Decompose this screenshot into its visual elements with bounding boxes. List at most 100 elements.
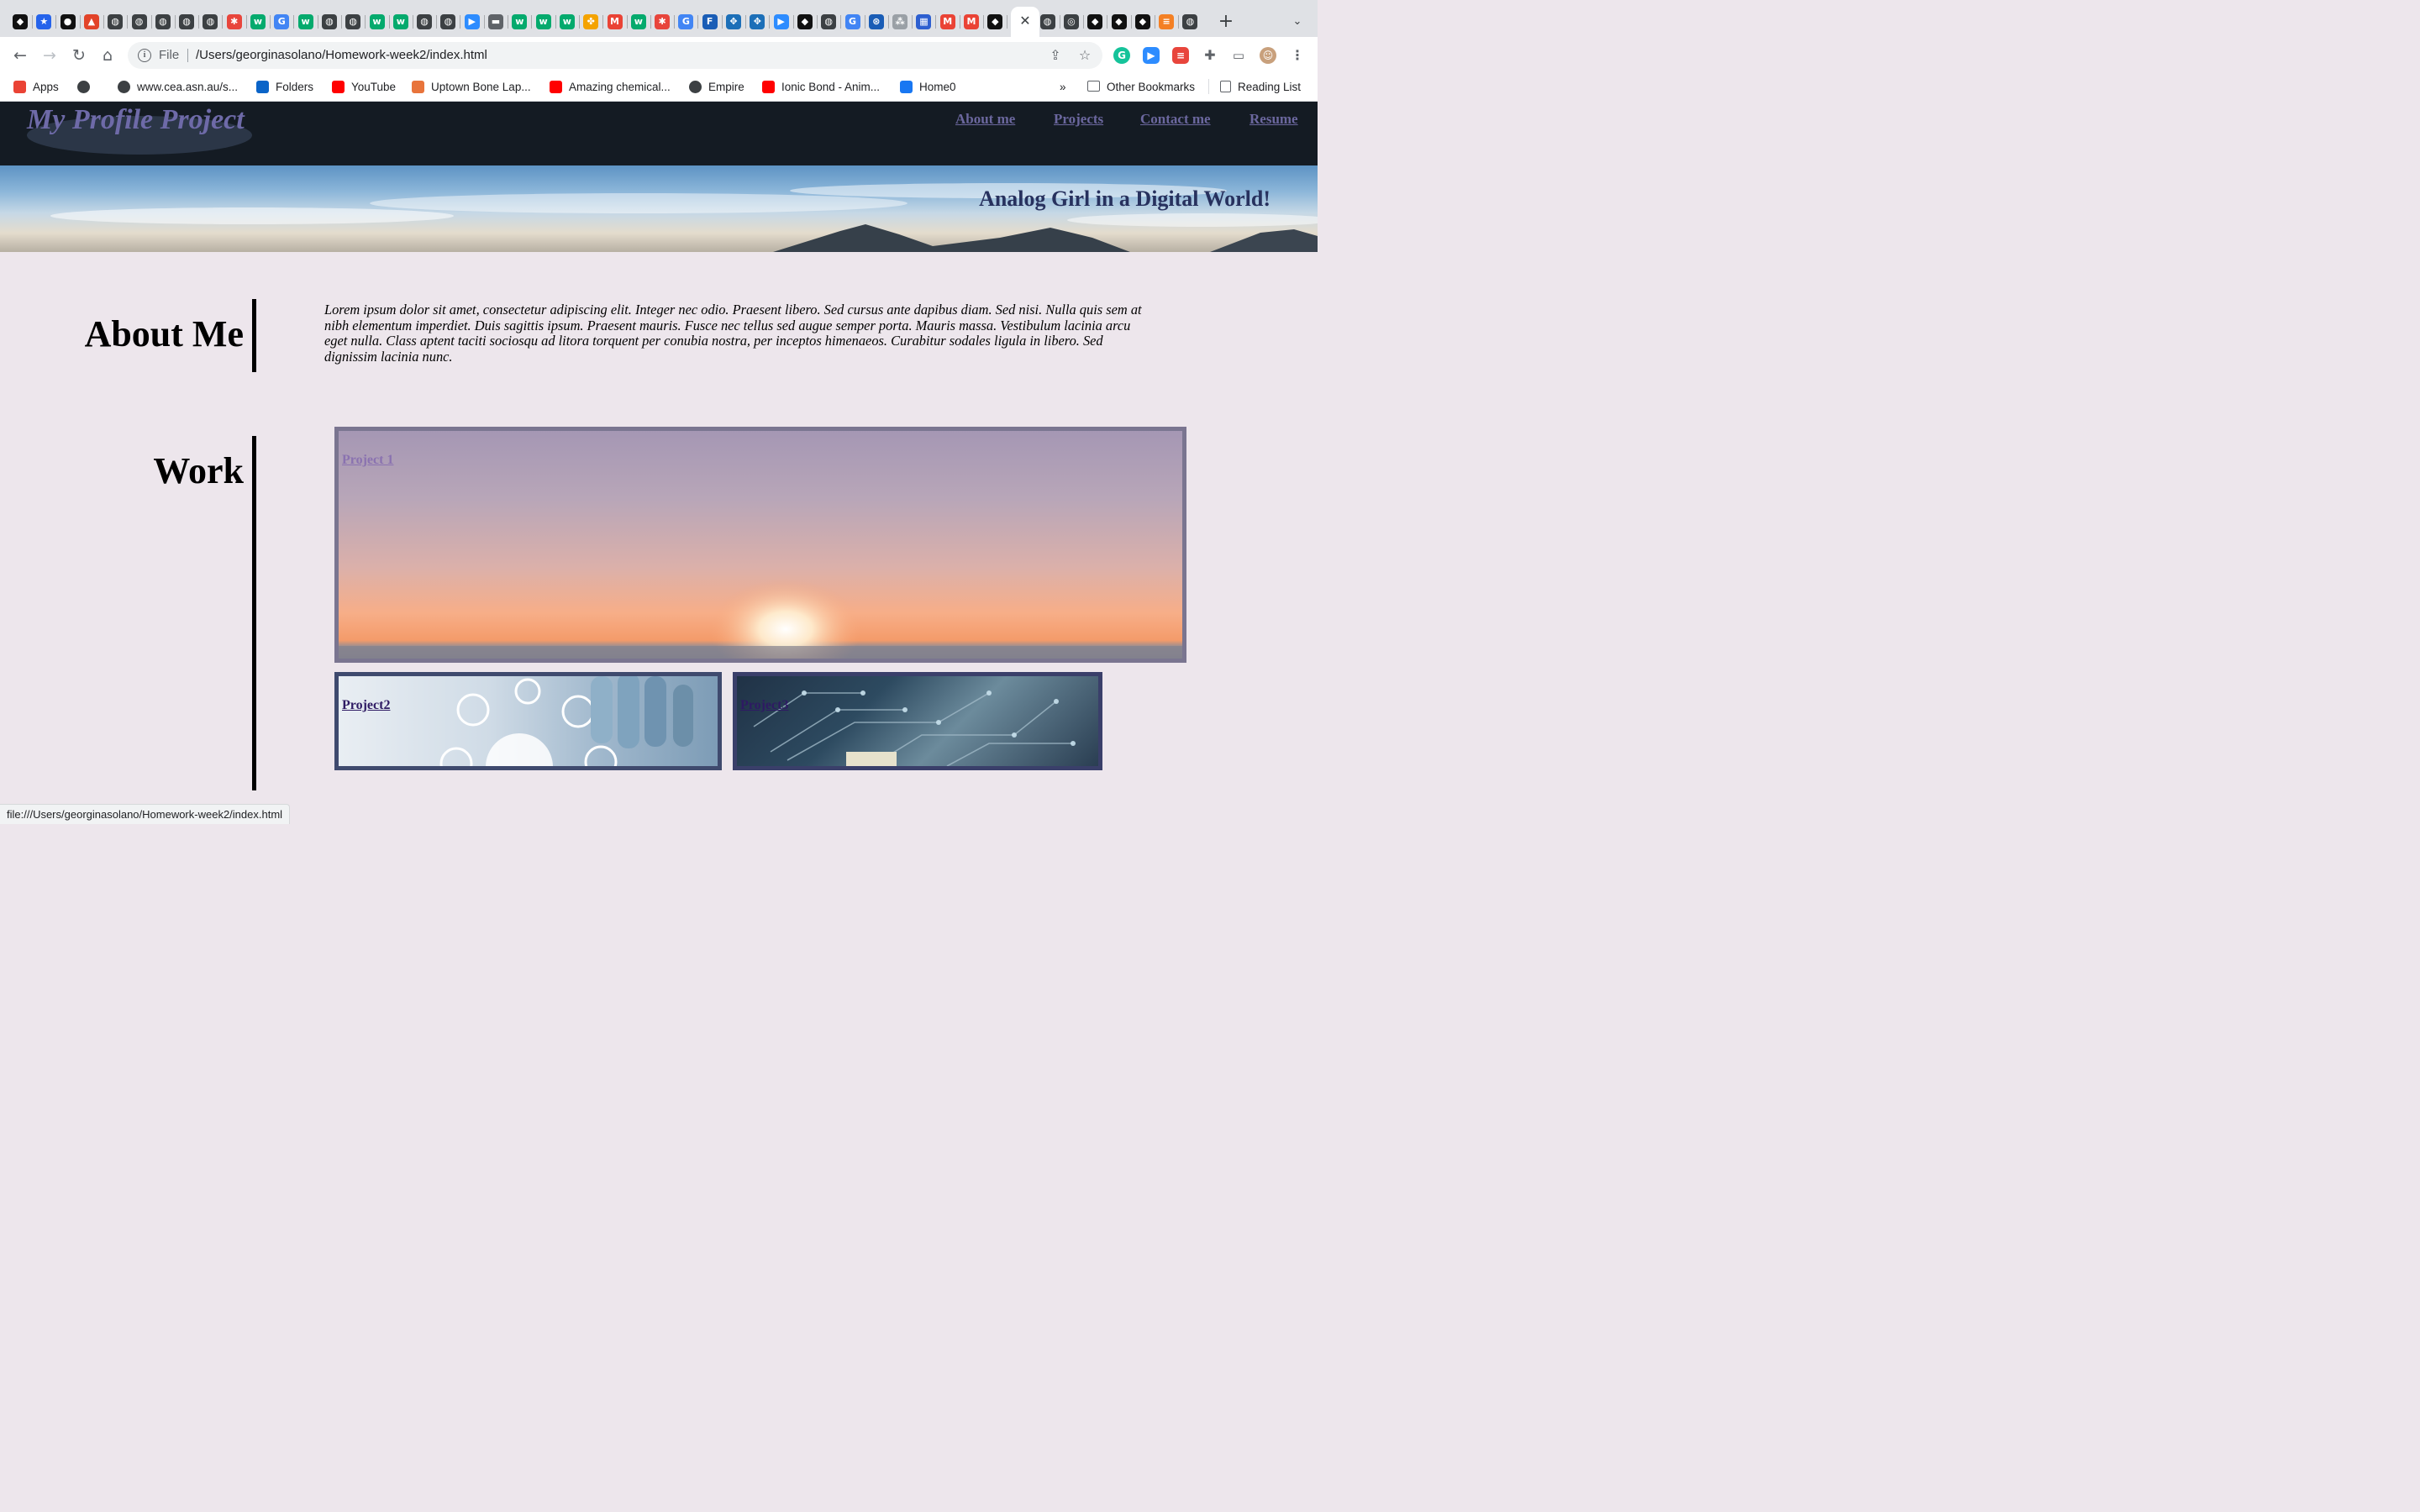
bookmark-item[interactable]: Apps [13, 79, 59, 96]
extensions-puzzle-icon[interactable]: ✚ [1202, 47, 1218, 64]
globe-icon[interactable]: ◍ [345, 14, 361, 29]
github-pages-icon[interactable]: ◆ [1134, 14, 1150, 29]
menu-kebab-icon[interactable]: ⋮ [1289, 47, 1306, 64]
globe-icon[interactable]: ◍ [203, 14, 218, 29]
globe-icon[interactable]: ◍ [108, 14, 124, 29]
tab-separator [436, 15, 438, 29]
youtube-icon [332, 81, 345, 93]
globe-icon[interactable]: ◍ [155, 14, 171, 29]
zoom-icon[interactable]: ▶ [464, 14, 480, 29]
network-icon[interactable]: ⁂ [892, 14, 908, 29]
stack-overflow-icon[interactable]: ≡ [1159, 14, 1175, 29]
status-bar-url: file:///Users/georginasolano/Homework-we… [0, 804, 291, 824]
fx-icon[interactable]: F [702, 14, 718, 29]
new-tab-button[interactable]: + [1217, 12, 1235, 32]
site-header: My Profile Project About me Projects Con… [0, 102, 1318, 165]
pinwheel-icon[interactable]: ✤ [583, 14, 599, 29]
github-pages-icon[interactable]: ◆ [1087, 14, 1103, 29]
share-icon[interactable]: ⇪ [1047, 47, 1064, 64]
nav-resume[interactable]: Resume [1249, 111, 1298, 128]
bookmark-item[interactable]: Amazing chemical... [550, 79, 671, 96]
bookmark-item[interactable]: Home0 [900, 79, 956, 96]
chrome-icon[interactable]: ◎ [1063, 14, 1079, 29]
gitlab-icon[interactable]: ▲ [83, 14, 99, 29]
asterisk-icon[interactable]: ✱ [655, 14, 671, 29]
nav-about-me[interactable]: About me [955, 111, 1015, 128]
tab-separator [840, 15, 842, 29]
gmail-icon[interactable]: M [939, 14, 955, 29]
tab-separator [388, 15, 390, 29]
about-text: Lorem ipsum dolor sit amet, consectetur … [324, 302, 1142, 365]
globe-icon[interactable]: ◍ [1039, 14, 1055, 29]
project-card[interactable]: Project 1 [334, 427, 1186, 663]
w3schools-icon[interactable]: w [250, 14, 266, 29]
globe-icon[interactable]: ◍ [821, 14, 837, 29]
github-pages-icon[interactable]: ◆ [987, 14, 1003, 29]
lastpass-icon[interactable]: ≡ [1172, 47, 1189, 64]
calendar-icon[interactable]: ▦ [916, 14, 932, 29]
w3schools-icon[interactable]: w [535, 14, 551, 29]
nav-projects[interactable]: Projects [1054, 111, 1103, 128]
site-logo[interactable]: My Profile Project [27, 102, 245, 139]
star-icon[interactable]: ★ [36, 14, 52, 29]
chevron-down-icon[interactable]: ⌄ [1289, 13, 1306, 30]
cast-icon[interactable]: ▭ [1230, 47, 1247, 64]
bookmark-item[interactable]: Uptown Bone Lap... [412, 79, 531, 96]
trinity-icon[interactable]: ✥ [750, 14, 765, 29]
w3schools-icon[interactable]: w [392, 14, 408, 29]
project-card[interactable]: Project3 [733, 672, 1102, 770]
forward-button[interactable]: → [39, 45, 60, 66]
globe-icon[interactable]: ◍ [131, 14, 147, 29]
globe-icon[interactable]: ◍ [1182, 14, 1198, 29]
github-icon[interactable]: ● [60, 14, 76, 29]
reload-button[interactable]: ↻ [69, 45, 89, 66]
atom-icon[interactable]: ⊛ [868, 14, 884, 29]
home-button[interactable]: ⌂ [97, 45, 118, 66]
w3schools-icon[interactable]: w [512, 14, 528, 29]
bookmark-item[interactable]: www.cea.asn.au/s... [118, 79, 238, 96]
w3schools-icon[interactable]: w [559, 14, 575, 29]
bookmark-item[interactable]: Ionic Bond - Anim... [762, 79, 880, 96]
trinity-icon[interactable]: ✥ [726, 14, 741, 29]
bookmark-item[interactable]: Empire [689, 79, 744, 96]
google-icon[interactable]: G [678, 14, 694, 29]
grammarly-icon[interactable]: G [1113, 47, 1130, 64]
back-button[interactable]: ← [10, 45, 30, 66]
avatar[interactable]: ☺ [1260, 47, 1276, 64]
bookmark-item[interactable] [77, 79, 97, 96]
project-3-link[interactable]: Project3 [740, 698, 788, 713]
bookmark-item[interactable]: Folders [256, 79, 313, 96]
google-icon[interactable]: G [844, 14, 860, 29]
close-icon[interactable]: ✕ [1017, 13, 1034, 29]
folder-icon[interactable]: ▬ [488, 14, 503, 29]
other-bookmarks[interactable]: Other Bookmarks [1087, 79, 1195, 96]
github-pages-icon[interactable]: ◆ [797, 14, 813, 29]
w3schools-icon[interactable]: w [369, 14, 385, 29]
zoom-icon[interactable]: ▶ [773, 14, 789, 29]
bookmarks-more-button[interactable]: » [1060, 79, 1066, 96]
address-bar[interactable]: i File /Users/georginasolano/Homework-we… [128, 42, 1102, 69]
globe-icon[interactable]: ◍ [179, 14, 195, 29]
w3schools-icon[interactable]: w [630, 14, 646, 29]
nav-contact-me[interactable]: Contact me [1140, 111, 1211, 128]
gmail-icon[interactable]: M [964, 14, 979, 29]
gmail-icon[interactable]: M [607, 14, 623, 29]
zoom-icon[interactable]: ▶ [1143, 47, 1160, 64]
project-2-link[interactable]: Project2 [342, 698, 390, 713]
asterisk-icon[interactable]: ✱ [226, 14, 242, 29]
bookmark-item[interactable]: YouTube [332, 79, 396, 96]
w3schools-icon[interactable]: w [297, 14, 313, 29]
google-icon[interactable]: G [274, 14, 290, 29]
globe-icon[interactable]: ◍ [417, 14, 433, 29]
globe-icon[interactable]: ◍ [440, 14, 456, 29]
tab-separator [674, 15, 676, 29]
project-card[interactable]: Project2 [334, 672, 722, 770]
bookmark-star-icon[interactable]: ☆ [1076, 47, 1093, 64]
globe-icon[interactable]: ◍ [321, 14, 337, 29]
url-text[interactable]: /Users/georginasolano/Homework-week2/ind… [196, 48, 487, 62]
info-icon[interactable]: i [138, 49, 151, 62]
project-1-link[interactable]: Project 1 [342, 453, 393, 468]
github-pages-icon[interactable]: ◆ [13, 14, 28, 29]
github-pages-icon[interactable]: ◆ [1111, 14, 1127, 29]
reading-list[interactable]: Reading List [1220, 79, 1301, 96]
